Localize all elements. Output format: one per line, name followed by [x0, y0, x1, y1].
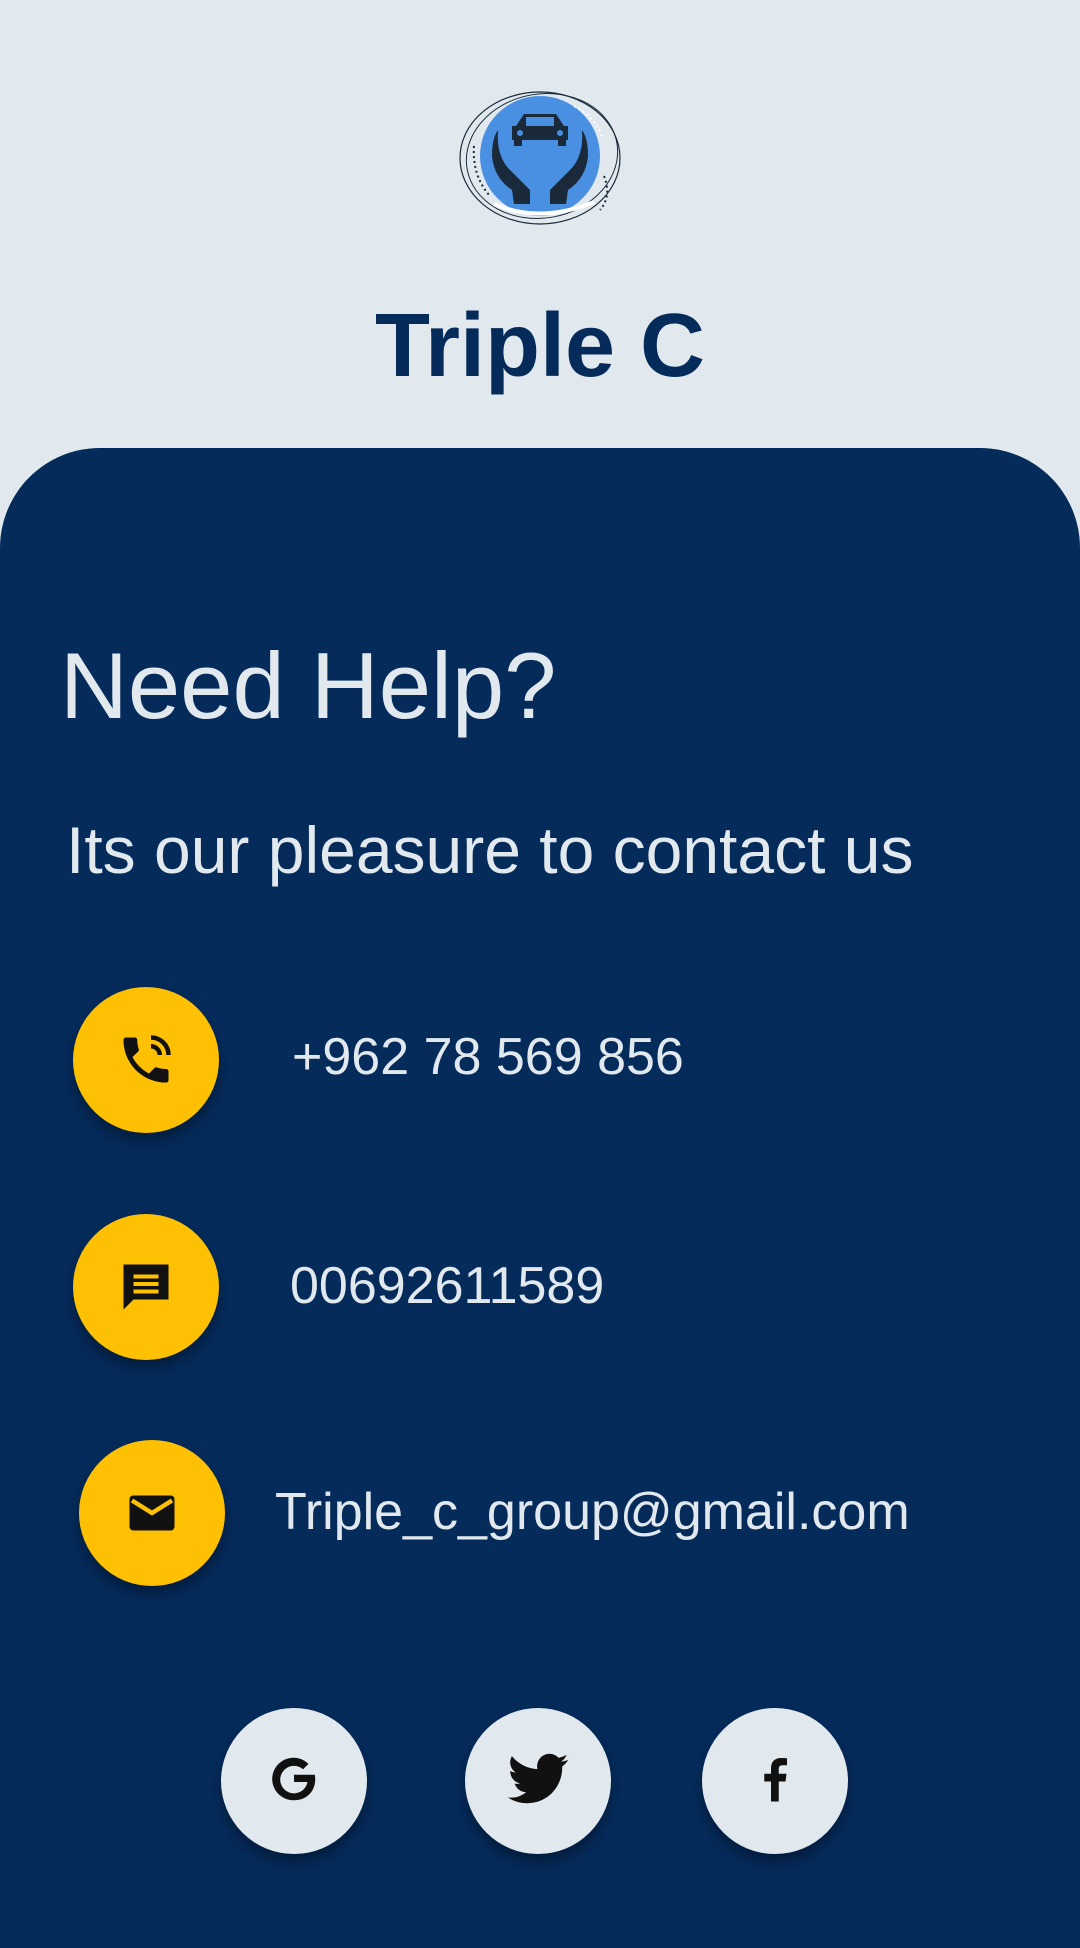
mail-icon[interactable]: [79, 1440, 225, 1586]
help-subheading: Its our pleasure to contact us: [66, 813, 914, 887]
facebook-button[interactable]: [702, 1708, 848, 1854]
twitter-icon: [505, 1746, 571, 1817]
google-button[interactable]: [221, 1708, 367, 1854]
email-address[interactable]: Triple_c_group@gmail.com: [275, 1482, 910, 1542]
contact-row-phone[interactable]: +962 78 569 856: [0, 987, 1080, 1137]
app-title: Triple C: [374, 296, 706, 396]
contact-row-email[interactable]: Triple_c_group@gmail.com: [0, 1440, 1080, 1590]
contact-page: Triple C Need Help? Its our pleasure to …: [0, 0, 1080, 1948]
google-icon: [264, 1749, 324, 1814]
facebook-icon: [745, 1749, 805, 1814]
phone-icon[interactable]: [73, 987, 219, 1133]
logo-icon: [454, 86, 626, 228]
contact-row-message[interactable]: 00692611589: [0, 1214, 1080, 1364]
help-heading: Need Help?: [60, 633, 557, 738]
phone-number[interactable]: +962 78 569 856: [292, 1027, 684, 1087]
message-icon[interactable]: [73, 1214, 219, 1360]
message-number[interactable]: 00692611589: [290, 1256, 604, 1316]
twitter-button[interactable]: [465, 1708, 611, 1854]
